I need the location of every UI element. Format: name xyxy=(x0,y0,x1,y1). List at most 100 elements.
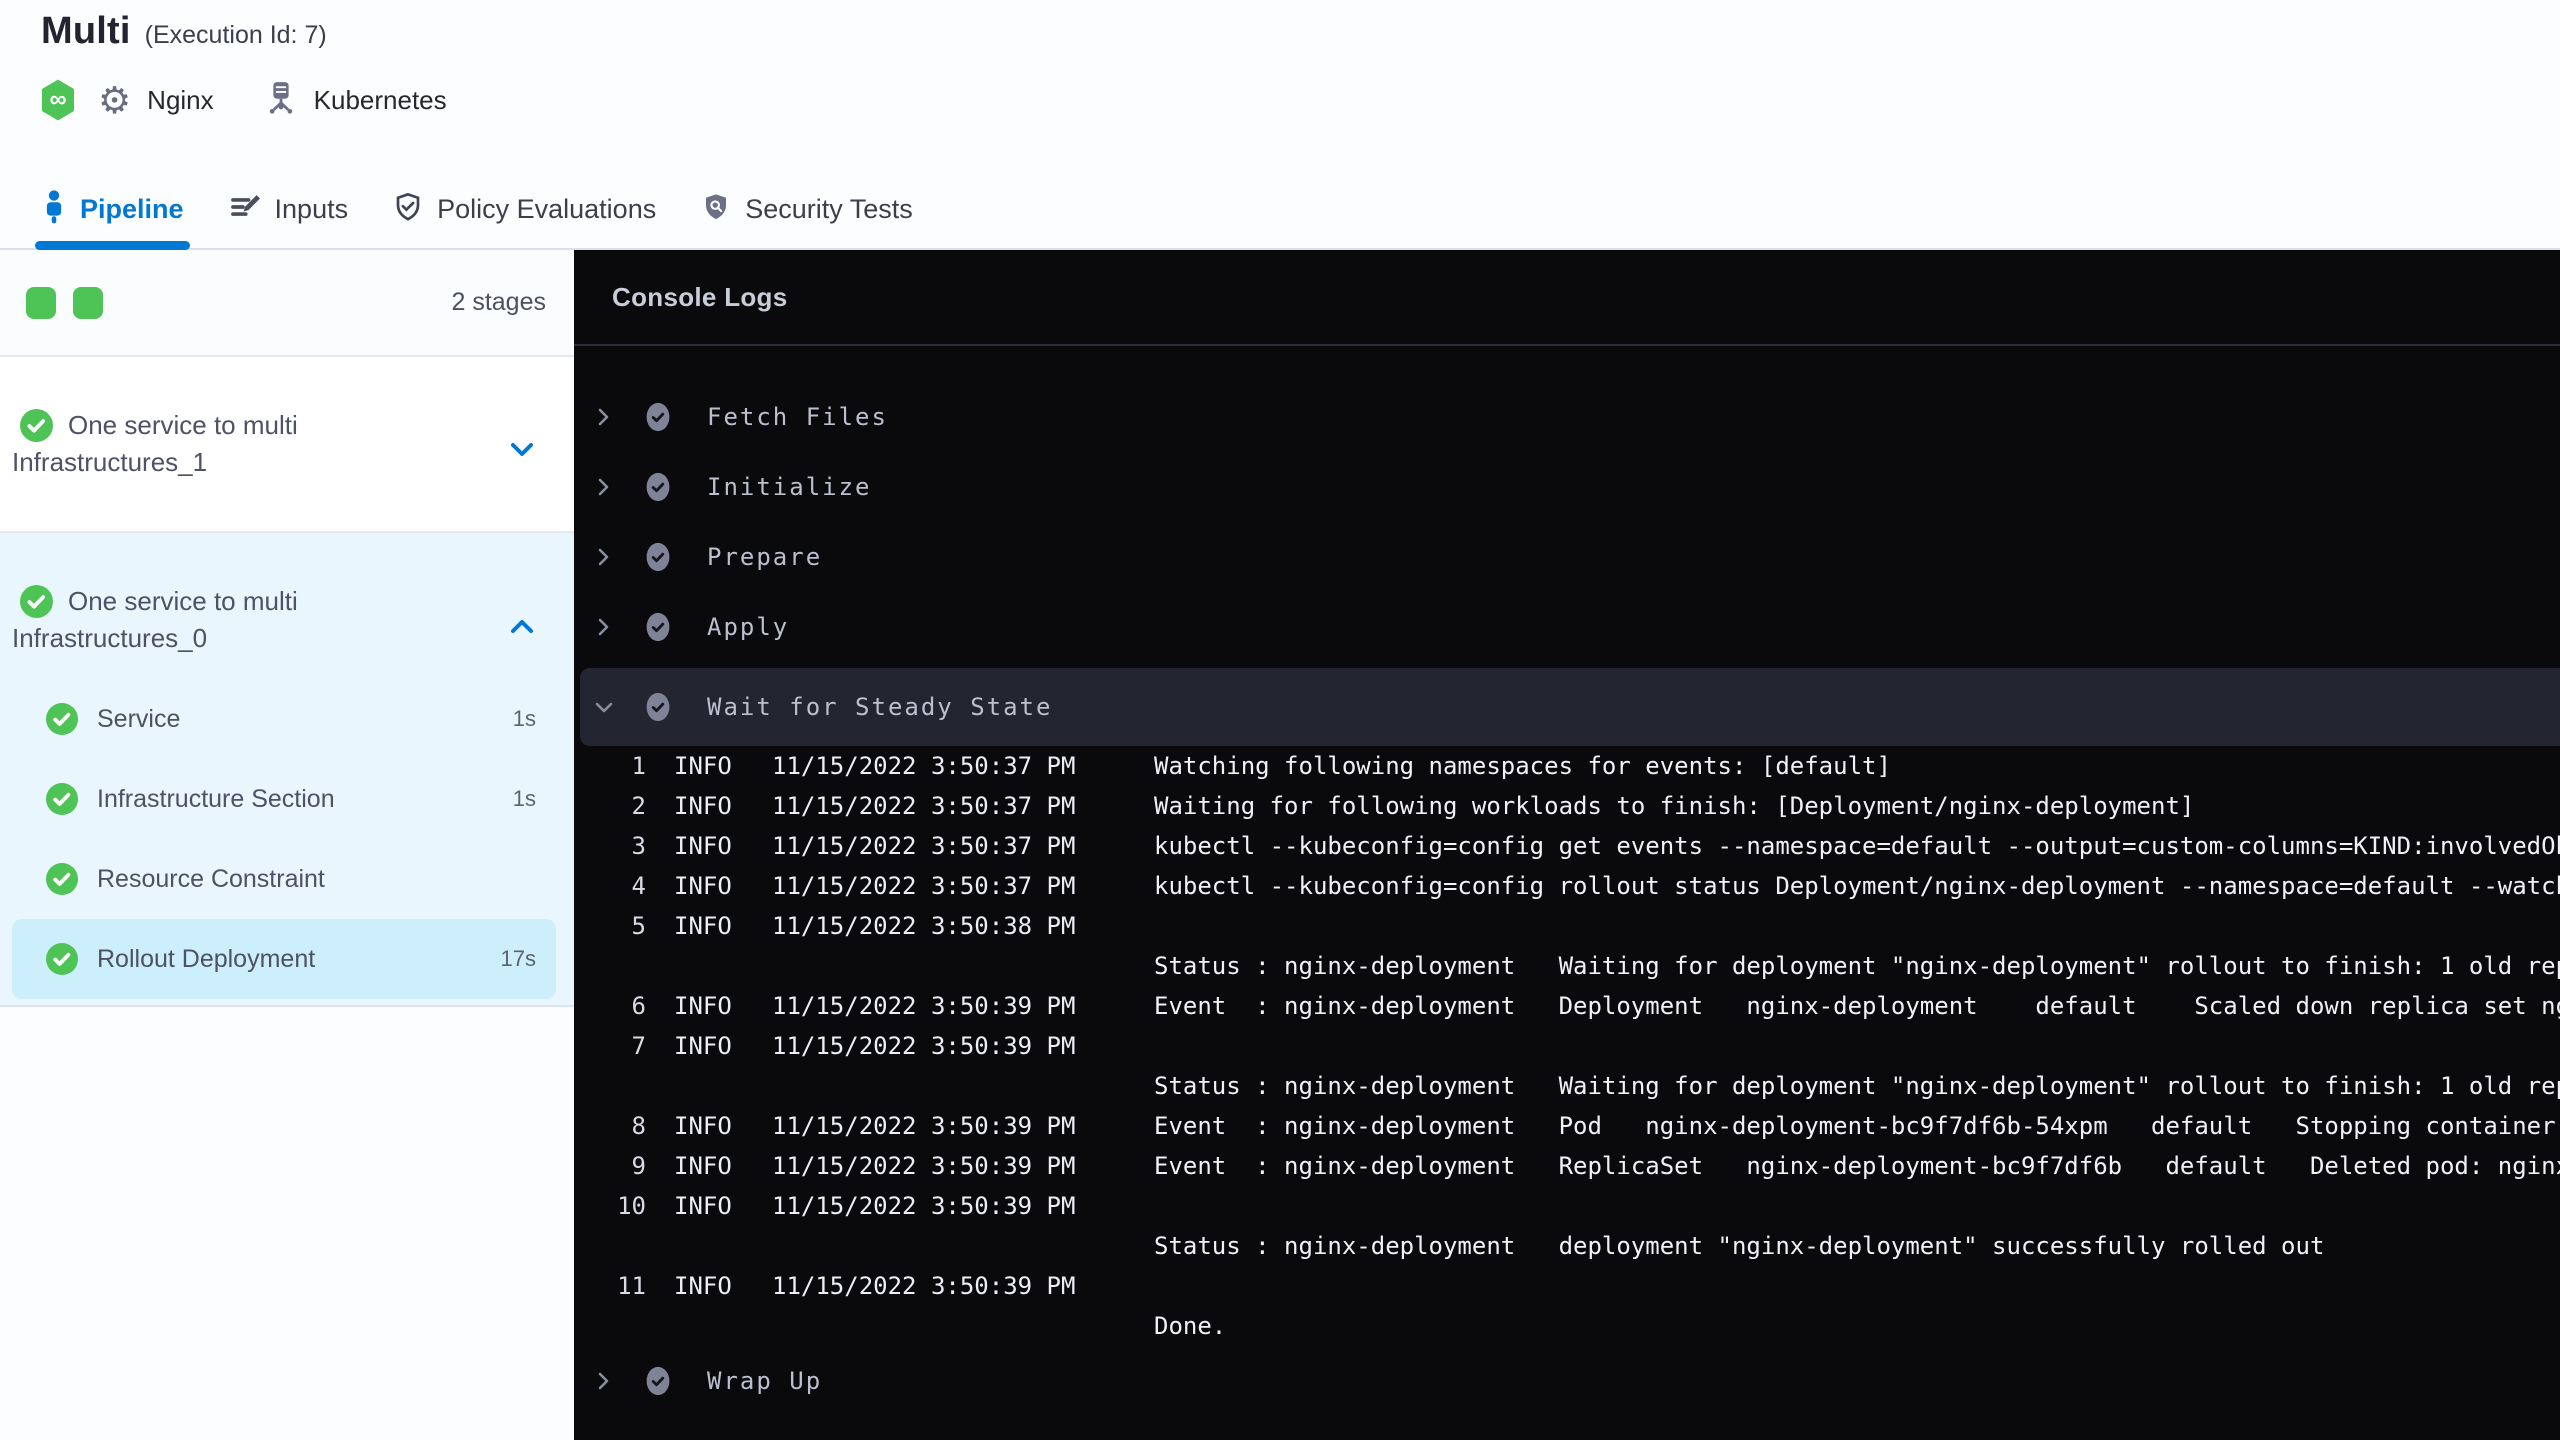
log-line: 5 INFO 11/15/2022 3:50:38 PM xyxy=(574,906,2560,946)
log-message: Event : nginx-deployment Deployment ngin… xyxy=(1154,992,2560,1020)
pipeline-icon xyxy=(41,189,67,229)
tab-policy-evaluations[interactable]: Policy Evaluations xyxy=(392,168,656,250)
success-check-icon xyxy=(46,943,78,975)
chevron-right-icon[interactable] xyxy=(594,1370,614,1392)
log-line: Status : nginx-deployment Waiting for de… xyxy=(574,1066,2560,1106)
step-row[interactable]: Infrastructure Section 1s xyxy=(12,759,556,839)
chevron-up-icon[interactable] xyxy=(510,617,534,635)
log-line: Status : nginx-deployment Waiting for de… xyxy=(574,946,2560,986)
log-line: 2 INFO 11/15/2022 3:50:37 PM Waiting for… xyxy=(574,786,2560,826)
tab-label: Pipeline xyxy=(80,193,184,224)
success-check-badge-icon xyxy=(646,1366,670,1396)
chevron-right-icon[interactable] xyxy=(594,616,614,638)
success-check-badge-icon xyxy=(646,472,670,502)
log-line-number: 4 xyxy=(631,872,646,900)
log-level: INFO xyxy=(674,1152,732,1180)
log-timestamp xyxy=(772,1306,1084,1346)
log-section-row[interactable]: Prepare xyxy=(574,522,2560,592)
success-check-badge-icon xyxy=(646,692,670,722)
log-line-number: 2 xyxy=(631,792,646,820)
log-timestamp: 11/15/2022 3:50:38 PM xyxy=(772,912,1076,940)
stage-name: One service to multi Infrastructures_1 xyxy=(12,410,298,477)
log-level xyxy=(674,1066,744,1106)
gear-icon: ⚙ xyxy=(98,78,132,122)
log-line-number: 5 xyxy=(631,912,646,940)
log-level: INFO xyxy=(674,752,732,780)
tab-label: Policy Evaluations xyxy=(437,193,657,224)
page-header: Multi (Execution Id: 7) ∞ ⚙ Nginx Kubern… xyxy=(0,0,2560,250)
log-section-label: Wait for Steady State xyxy=(707,693,1053,721)
step-row[interactable]: Resource Constraint xyxy=(12,839,556,919)
log-line-number xyxy=(574,1226,646,1266)
log-line-number xyxy=(574,946,646,986)
log-section-label: Wrap Up xyxy=(707,1367,823,1395)
log-line-number: 8 xyxy=(631,1112,646,1140)
log-message: Event : nginx-deployment Pod nginx-deplo… xyxy=(1154,1112,2556,1140)
console-body: Fetch Files Initialize Prepare Apply Wai… xyxy=(574,346,2560,1416)
chevron-right-icon[interactable] xyxy=(594,546,614,568)
step-duration: 17s xyxy=(500,946,536,971)
step-label: Infrastructure Section xyxy=(97,784,335,813)
step-row[interactable]: Service 1s xyxy=(12,679,556,759)
cd-module-icon: ∞ xyxy=(38,78,78,122)
step-row[interactable]: Rollout Deployment 17s xyxy=(12,919,556,999)
modules-row: ∞ ⚙ Nginx Kubernetes xyxy=(38,78,447,122)
log-line-number: 11 xyxy=(617,1272,646,1300)
log-line: 7 INFO 11/15/2022 3:50:39 PM xyxy=(574,1026,2560,1066)
log-message xyxy=(1154,1026,2560,1066)
security-shield-search-icon xyxy=(700,190,732,229)
log-section-row[interactable]: Apply xyxy=(574,592,2560,662)
log-message: Status : nginx-deployment Waiting for de… xyxy=(1154,1072,2560,1100)
tab-inputs[interactable]: Inputs xyxy=(228,168,348,250)
log-message: Watching following namespaces for events… xyxy=(1154,752,1891,780)
success-check-icon xyxy=(46,703,78,735)
log-timestamp: 11/15/2022 3:50:37 PM xyxy=(772,752,1076,780)
stage-status-bar: 2 stages xyxy=(0,250,574,357)
log-message xyxy=(1154,906,2560,946)
success-check-icon xyxy=(20,409,53,442)
chevron-down-icon[interactable] xyxy=(594,696,614,718)
stage-success-square xyxy=(26,286,56,319)
success-check-badge-icon xyxy=(646,402,670,432)
tab-security-tests[interactable]: Security Tests xyxy=(700,168,913,250)
step-duration: 1s xyxy=(512,706,536,731)
step-label: Resource Constraint xyxy=(97,864,325,893)
console-logs-panel: Console Logs Fetch Files Initialize Prep… xyxy=(574,250,2560,1440)
step-duration: 1s xyxy=(512,786,536,811)
log-line: 1 INFO 11/15/2022 3:50:37 PM Watching fo… xyxy=(574,746,2560,786)
log-line-number xyxy=(574,1306,646,1346)
log-level: INFO xyxy=(674,992,732,1020)
log-level: INFO xyxy=(674,1272,732,1300)
log-section-row[interactable]: Fetch Files xyxy=(574,382,2560,452)
log-timestamp: 11/15/2022 3:50:39 PM xyxy=(772,1152,1076,1180)
log-line: 6 INFO 11/15/2022 3:50:39 PM Event : ngi… xyxy=(574,986,2560,1026)
log-level: INFO xyxy=(674,912,732,940)
log-timestamp xyxy=(772,1226,1084,1266)
log-section-active[interactable]: Wait for Steady State xyxy=(580,668,2560,746)
stage-item-infrastructures-1[interactable]: One service to multi Infrastructures_1 xyxy=(0,357,574,533)
log-section-row[interactable]: Wrap Up xyxy=(574,1346,2560,1416)
log-sections-before: Fetch Files Initialize Prepare Apply xyxy=(574,382,2560,662)
policy-shield-check-icon xyxy=(392,190,424,229)
log-timestamp: 11/15/2022 3:50:39 PM xyxy=(772,1272,1076,1300)
inputs-icon xyxy=(228,190,262,229)
chevron-right-icon[interactable] xyxy=(594,406,614,428)
page-title: Multi xyxy=(41,10,131,52)
log-line: 11 INFO 11/15/2022 3:50:39 PM xyxy=(574,1266,2560,1306)
log-message: Status : nginx-deployment Waiting for de… xyxy=(1154,952,2560,980)
log-timestamp: 11/15/2022 3:50:39 PM xyxy=(772,992,1076,1020)
log-message: Done. xyxy=(1154,1312,1227,1340)
step-label: Rollout Deployment xyxy=(97,944,316,973)
success-check-badge-icon xyxy=(646,542,670,572)
log-level: INFO xyxy=(674,792,732,820)
chevron-right-icon[interactable] xyxy=(594,476,614,498)
log-line-number: 6 xyxy=(631,992,646,1020)
tab-pipeline[interactable]: Pipeline xyxy=(35,168,190,250)
chevron-down-icon[interactable] xyxy=(510,441,534,459)
stage-item-infrastructures-0[interactable]: One service to multi Infrastructures_0 S… xyxy=(0,533,574,1007)
log-message: Event : nginx-deployment ReplicaSet ngin… xyxy=(1154,1152,2560,1180)
log-section-row[interactable]: Initialize xyxy=(574,452,2560,522)
step-label: Service xyxy=(97,704,181,733)
log-timestamp: 11/15/2022 3:50:39 PM xyxy=(772,1112,1076,1140)
log-message xyxy=(1154,1266,2560,1306)
